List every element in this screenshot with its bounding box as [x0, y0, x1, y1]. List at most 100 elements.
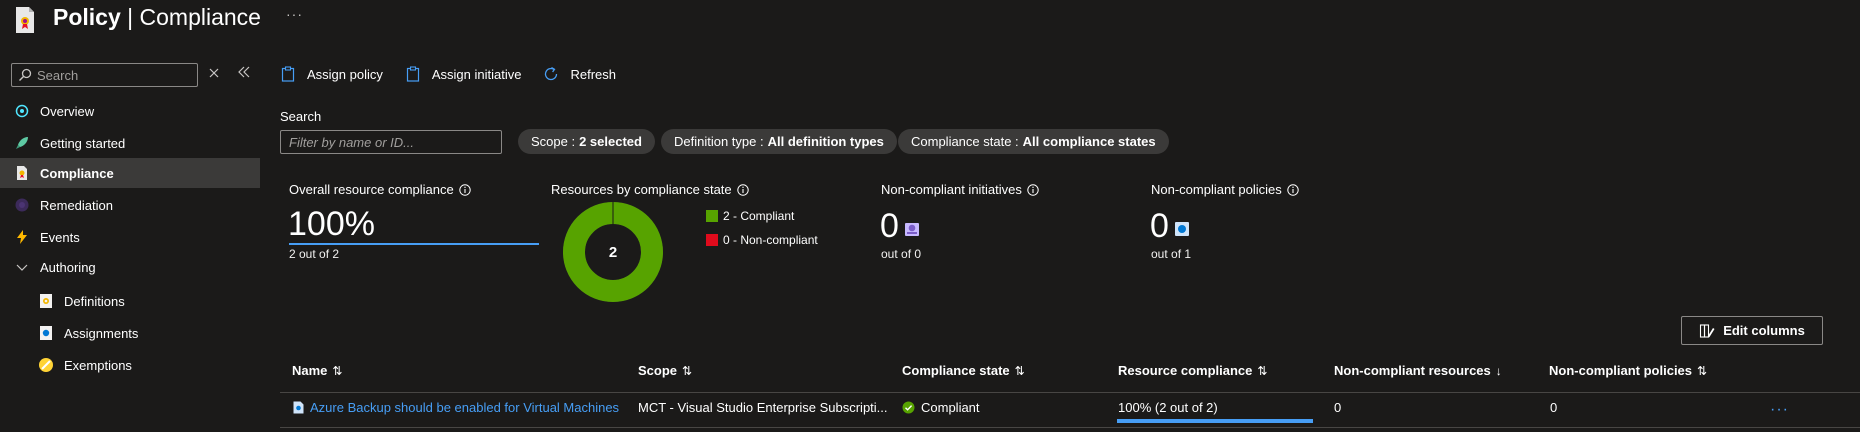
scope-filter-pill[interactable]: Scope :2 selected — [518, 129, 655, 154]
column-header-noncompliant-policies[interactable]: Non-compliant policies ⇅ — [1549, 363, 1707, 378]
info-icon[interactable] — [1027, 183, 1039, 196]
policy-definition-icon — [293, 401, 304, 414]
sidebar-item-events[interactable]: Events — [0, 222, 260, 252]
column-header-name[interactable]: Name ⇅ — [292, 363, 342, 378]
noncompliant-initiatives-value: 0 — [880, 207, 899, 245]
noncompliant-policies-sub: out of 1 — [1151, 247, 1192, 261]
lightning-icon — [14, 229, 30, 245]
assign-initiative-label: Assign initiative — [431, 66, 522, 82]
row-state-label: Compliant — [921, 400, 980, 415]
definition-type-filter-value: All definition types — [767, 134, 884, 149]
sort-icon: ⇅ — [1697, 363, 1708, 378]
command-bar: Assign policy Assign initiative Refresh — [280, 58, 638, 90]
assign-initiative-button[interactable]: Assign initiative — [405, 66, 522, 82]
overall-compliance-underline — [289, 243, 539, 245]
compliance-state-filter-pill[interactable]: Compliance state : All compliance states — [898, 129, 1169, 154]
refresh-button[interactable]: Refresh — [543, 66, 616, 82]
legend-compliant-label: 2 - Compliant — [723, 209, 795, 223]
info-icon[interactable] — [1287, 183, 1299, 196]
sidebar-search-input[interactable] — [37, 67, 187, 83]
clipboard-icon — [281, 66, 295, 82]
legend-swatch-noncompliant — [706, 234, 718, 246]
legend-noncompliant[interactable]: 0 - Non-compliant — [706, 233, 818, 247]
noncompliant-initiatives-sub: out of 0 — [881, 247, 922, 261]
noncompliant-initiatives-title-text: Non-compliant initiatives — [881, 182, 1022, 197]
sidebar-item-label: Authoring — [40, 259, 96, 275]
column-header-scope[interactable]: Scope ⇅ — [638, 363, 692, 378]
row-noncompliant-resources-cell: 0 — [1334, 400, 1342, 415]
column-header-noncompliant-resources[interactable]: Non-compliant resources ↓ — [1334, 363, 1502, 378]
row-name-link[interactable]: Azure Backup should be enabled for Virtu… — [310, 400, 619, 415]
compliance-icon — [14, 165, 30, 181]
sidebar-item-compliance[interactable]: Compliance — [0, 158, 260, 188]
legend-noncompliant-label: 0 - Non-compliant — [723, 233, 818, 247]
edit-columns-button[interactable]: Edit columns — [1681, 316, 1823, 345]
sidebar-item-label: Compliance — [40, 165, 114, 181]
chevron-down-icon — [14, 259, 30, 275]
sidebar-item-label: Events — [40, 229, 80, 245]
sidebar-item-exemptions[interactable]: Exemptions — [0, 350, 260, 380]
compliance-state-filter-value: All compliance states — [1022, 134, 1156, 149]
column-header-compliance-state[interactable]: Compliance state ⇅ — [902, 363, 1025, 378]
noncompliant-policies-value: 0 — [1150, 207, 1169, 245]
donut-center-value: 2 — [609, 244, 617, 261]
assign-policy-label: Assign policy — [307, 66, 383, 82]
page-title-bold: Policy — [53, 4, 121, 30]
sidebar-item-assignments[interactable]: Assignments — [0, 318, 260, 348]
sidebar-item-label: Assignments — [64, 325, 139, 341]
collapse-sidebar-icon[interactable] — [236, 64, 252, 80]
scope-filter-value: 2 selected — [579, 134, 642, 149]
column-header-label: Non-compliant policies — [1549, 363, 1693, 378]
sidebar-item-label: Definitions — [64, 293, 125, 309]
sidebar-item-label: Overview — [40, 103, 95, 119]
sidebar-item-definitions[interactable]: Definitions — [0, 286, 260, 316]
overall-compliance-sub: 2 out of 2 — [289, 247, 340, 261]
sort-icon: ⇅ — [1257, 363, 1268, 378]
header-more-button[interactable]: ··· — [286, 6, 303, 22]
filter-search-label: Search — [280, 109, 322, 124]
page-title-rest: Compliance — [139, 4, 261, 30]
assign-policy-button[interactable]: Assign policy — [280, 66, 383, 82]
remediation-icon — [14, 197, 30, 213]
sidebar-item-getting-started[interactable]: Getting started — [0, 128, 260, 158]
edit-columns-label: Edit columns — [1723, 323, 1805, 338]
column-header-label: Scope — [638, 363, 678, 378]
noncompliant-policies-title-text: Non-compliant policies — [1151, 182, 1282, 197]
info-icon[interactable] — [736, 183, 749, 196]
refresh-icon — [545, 66, 558, 81]
column-header-label: Non-compliant resources — [1334, 363, 1491, 378]
compliance-donut-chart: 2 — [563, 202, 663, 302]
sidebar-item-authoring[interactable]: Authoring — [0, 252, 260, 282]
row-name-cell[interactable]: Azure Backup should be enabled for Virtu… — [293, 400, 619, 415]
legend-compliant[interactable]: 2 - Compliant — [706, 209, 794, 223]
overview-icon — [14, 103, 30, 119]
sidebar: Overview Getting started Compliance Reme… — [0, 56, 260, 432]
column-header-label: Name — [292, 363, 328, 378]
edit-columns-icon — [1700, 323, 1715, 338]
noncompliant-policies-title: Non-compliant policies — [1151, 182, 1299, 197]
sidebar-item-overview[interactable]: Overview — [0, 96, 260, 126]
policy-icon — [1175, 222, 1189, 236]
noncompliant-initiatives-title: Non-compliant initiatives — [881, 182, 1039, 197]
clipboard-icon — [406, 66, 419, 82]
overall-compliance-value: 100% — [288, 205, 375, 243]
sort-icon: ⇅ — [1014, 363, 1025, 378]
sort-icon: ⇅ — [332, 363, 343, 378]
sidebar-search-box[interactable] — [11, 63, 198, 87]
column-header-label: Compliance state — [902, 363, 1010, 378]
definitions-icon — [38, 293, 54, 309]
sort-icon: ↓ — [1495, 363, 1502, 378]
column-header-resource-compliance[interactable]: Resource compliance ⇅ — [1118, 363, 1267, 378]
definition-type-filter-pill[interactable]: Definition type : All definition types — [661, 129, 897, 154]
row-scope-cell: MCT - Visual Studio Enterprise Subscript… — [638, 400, 888, 415]
info-icon[interactable] — [459, 183, 471, 196]
definition-type-filter-label: Definition type : — [674, 134, 764, 149]
filter-search-input[interactable] — [280, 130, 502, 154]
overall-compliance-title-text: Overall resource compliance — [289, 182, 454, 197]
sidebar-item-remediation[interactable]: Remediation — [0, 190, 260, 220]
row-resource-compliance-cell: 100% (2 out of 2) — [1118, 400, 1218, 415]
clear-search-icon[interactable] — [206, 65, 222, 81]
assignments-icon — [38, 325, 54, 341]
rocket-icon — [14, 135, 30, 151]
row-more-button[interactable]: ··· — [1770, 401, 1789, 419]
